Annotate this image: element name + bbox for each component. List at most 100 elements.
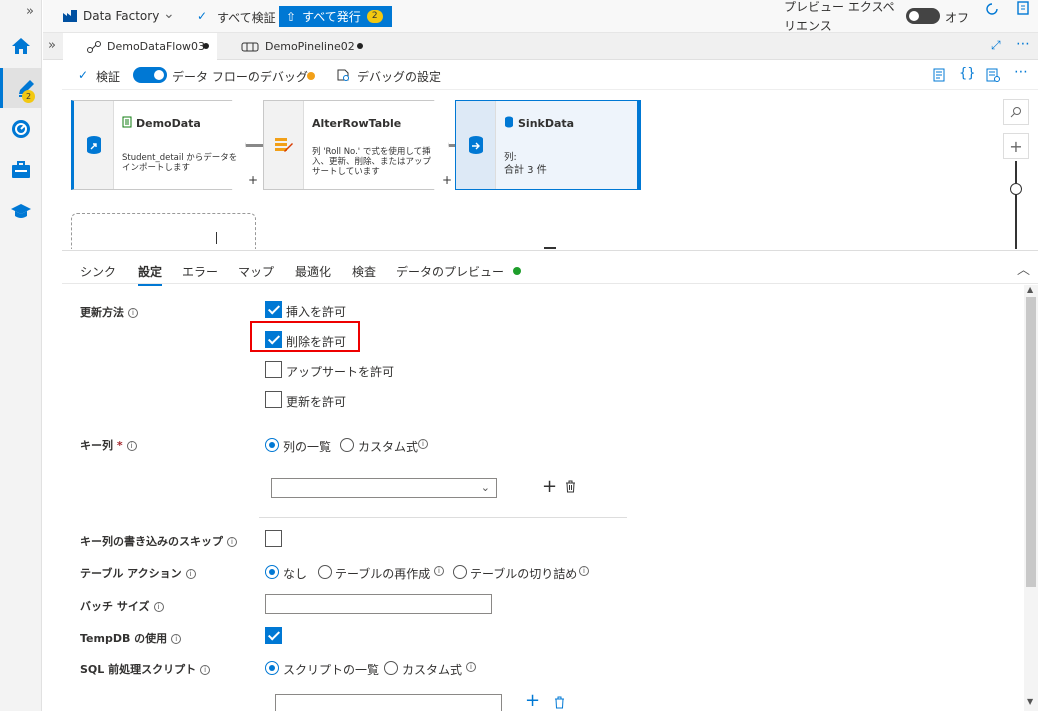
add-script-icon[interactable]: + — [525, 690, 540, 711]
debug-settings-button[interactable]: デバッグの設定 — [357, 68, 441, 85]
batch-size-text: バッチ サイズ — [80, 600, 150, 613]
factory-name[interactable]: Data Factory — [83, 9, 159, 23]
allow-delete-checkbox[interactable] — [265, 331, 282, 348]
form-scrollbar[interactable]: ▲ ▼ — [1024, 285, 1038, 711]
info-icon[interactable]: i — [126, 441, 137, 451]
table-action-truncate-radio[interactable] — [453, 565, 467, 579]
skip-key-write-checkbox[interactable] — [265, 530, 282, 547]
tab-errors[interactable]: エラー — [182, 263, 218, 280]
table-action-recreate-radio[interactable] — [318, 565, 332, 579]
info-icon[interactable]: i — [185, 569, 196, 579]
node-title: AlterRowTable — [312, 117, 402, 130]
info-icon[interactable]: i — [418, 439, 428, 449]
key-columns-text: キー列 — [80, 439, 113, 452]
add-transform-icon[interactable]: + — [248, 173, 258, 187]
more-tabs-icon[interactable]: ⋯ — [1016, 36, 1030, 52]
sql-custom-radio[interactable] — [384, 661, 398, 675]
publish-all-button[interactable]: ⇧ すべて発行 2 — [279, 6, 392, 27]
scroll-up-icon[interactable]: ▲ — [1027, 285, 1033, 294]
validate-button[interactable]: 検証 — [96, 68, 120, 85]
panel-resize-handle[interactable] — [544, 247, 556, 249]
allow-update-checkbox[interactable] — [265, 391, 282, 408]
info-icon[interactable]: i — [434, 566, 444, 576]
notes-icon[interactable] — [1016, 1, 1030, 15]
table-action-label: テーブル アクション i — [80, 565, 196, 581]
source-icon — [74, 101, 114, 189]
add-transform-icon[interactable]: + — [442, 173, 452, 187]
skip-key-write-text: キー列の書き込みのスキップ — [80, 535, 223, 548]
author-badge: 2 — [22, 90, 35, 103]
key-custom-radio[interactable] — [340, 438, 354, 452]
info-icon[interactable]: i — [153, 602, 164, 612]
refresh-icon[interactable] — [985, 2, 999, 16]
validate-check-icon: ✓ — [78, 68, 89, 82]
delete-script-icon[interactable] — [554, 696, 565, 709]
text-cursor — [216, 232, 217, 244]
node-alterrowtable[interactable]: AlterRowTable 列 'Roll No.' で式を使用して挿入、更新、… — [263, 100, 449, 190]
scroll-thumb[interactable] — [1026, 297, 1036, 587]
author-icon[interactable] — [0, 68, 42, 108]
tempdb-checkbox[interactable] — [265, 627, 282, 644]
tempdb-label: TempDB の使用 i — [80, 630, 182, 646]
sql-custom-label: カスタム式 — [402, 663, 463, 677]
tab-optimize[interactable]: 最適化 — [295, 263, 331, 280]
database-icon — [505, 116, 513, 128]
toggle-state-label: オフ — [945, 11, 970, 25]
scroll-down-icon[interactable]: ▼ — [1027, 697, 1033, 706]
key-list-radio[interactable] — [265, 438, 279, 452]
zoom-slider-track[interactable] — [1015, 161, 1017, 249]
data-preview-status-dot — [513, 267, 521, 275]
home-icon[interactable] — [9, 34, 33, 58]
sql-script-input[interactable] — [275, 694, 502, 711]
manage-icon[interactable] — [9, 158, 33, 182]
publish-all-label: すべて発行 — [302, 10, 361, 24]
dataflow-canvas[interactable]: DemoData Student_detail からデータをインポートします +… — [62, 91, 1038, 249]
batch-size-input[interactable] — [265, 594, 492, 614]
tab-data-preview[interactable]: データのプレビュー — [396, 263, 504, 280]
dataflow-debug-toggle[interactable] — [133, 67, 167, 83]
add-key-column-icon[interactable]: + — [542, 476, 557, 497]
tab-sink[interactable]: シンク — [80, 263, 116, 280]
debug-status-dot — [307, 72, 315, 80]
node-demodata[interactable]: DemoData Student_detail からデータをインポートします — [71, 100, 246, 190]
tab-demopineline02[interactable]: DemoPineline02 — [217, 33, 372, 60]
zoom-in-icon[interactable]: + — [1003, 133, 1029, 159]
validate-all-button[interactable]: すべて検証 — [217, 9, 276, 26]
expand-rail-icon[interactable]: » — [26, 4, 34, 19]
table-action-none-radio[interactable] — [265, 565, 279, 579]
zoom-slider-thumb[interactable] — [1010, 183, 1022, 195]
more-options-icon[interactable]: ⋯ — [1014, 64, 1028, 80]
info-icon[interactable]: i — [227, 537, 237, 547]
code-icon[interactable]: {} — [959, 66, 976, 81]
properties-icon[interactable] — [986, 68, 1000, 82]
tab-settings[interactable]: 設定 — [138, 263, 163, 286]
monitor-icon[interactable] — [9, 117, 33, 141]
delete-icon[interactable] — [565, 480, 576, 493]
collapse-panel-icon[interactable]: ︿ — [1017, 259, 1030, 278]
allow-insert-checkbox[interactable] — [265, 301, 282, 318]
sql-script-list-radio[interactable] — [265, 661, 279, 675]
tab-demodataflow03[interactable]: DemoDataFlow03 — [63, 33, 217, 60]
dataset-icon — [122, 116, 132, 128]
tab-mapping[interactable]: マップ — [238, 263, 274, 280]
preview-experience-toggle[interactable] — [906, 8, 940, 24]
collapse-resources-icon[interactable]: » — [48, 38, 56, 53]
info-icon[interactable]: i — [128, 308, 138, 318]
info-icon[interactable]: i — [200, 665, 211, 675]
factory-dropdown-chevron-icon[interactable]: ⌄ — [163, 6, 175, 22]
maximize-icon[interactable]: ⤢ — [991, 38, 1001, 53]
key-column-dropdown[interactable]: ⌄ — [271, 478, 497, 498]
node-sinkdata[interactable]: SinkData 列: 合計 3 件 — [455, 100, 641, 190]
tab-inspect[interactable]: 検査 — [352, 263, 376, 280]
script-icon[interactable] — [933, 68, 945, 82]
sql-pre-script-label: SQL 前処理スクリプト i — [80, 661, 211, 677]
new-stream-placeholder[interactable] — [71, 213, 256, 249]
divider — [259, 517, 627, 518]
info-icon[interactable]: i — [466, 662, 476, 672]
chevron-down-icon: ⌄ — [480, 481, 490, 494]
info-icon[interactable]: i — [579, 566, 589, 576]
allow-upsert-checkbox[interactable] — [265, 361, 282, 378]
learning-icon[interactable] — [9, 199, 33, 223]
search-icon[interactable] — [1003, 99, 1029, 125]
info-icon[interactable]: i — [171, 634, 182, 644]
